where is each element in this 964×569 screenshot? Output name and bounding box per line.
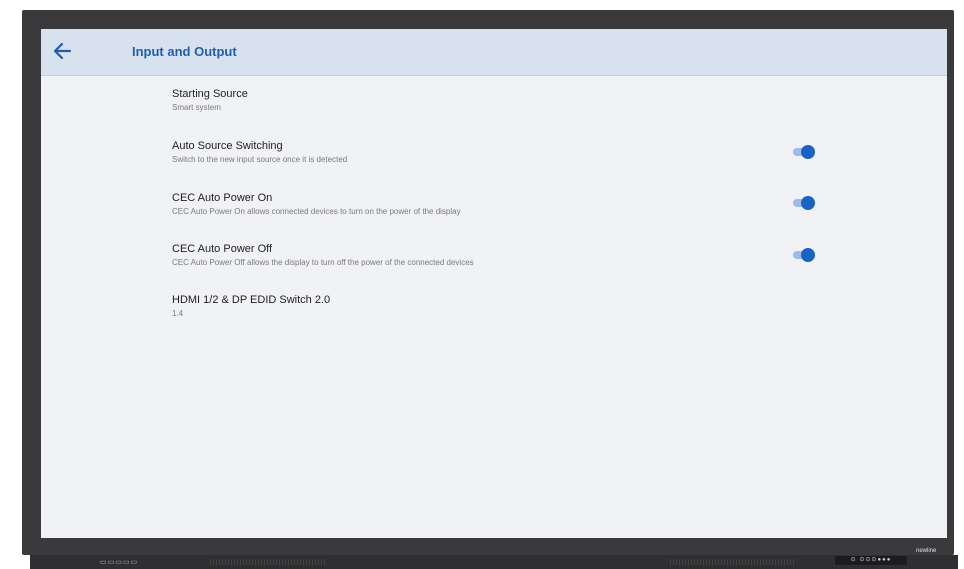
- setting-title: Starting Source: [172, 88, 248, 100]
- setting-hdmi-dp-edid-switch[interactable]: HDMI 1/2 & DP EDID Switch 2.0 1.4: [172, 293, 330, 320]
- setting-cec-auto-power-off[interactable]: CEC Auto Power Off CEC Auto Power Off al…: [172, 242, 474, 269]
- setting-starting-source[interactable]: Starting Source Smart system: [172, 87, 248, 114]
- toggle-knob: [801, 248, 815, 262]
- cec-auto-power-off-toggle[interactable]: [793, 248, 817, 262]
- header-bar: Input and Output: [41, 29, 947, 76]
- speaker-grille-left: [210, 559, 325, 565]
- toggle-knob: [801, 145, 815, 159]
- setting-subtitle: 1.4: [172, 309, 184, 318]
- device-bottom-bar: ▭▭▭▭▭ ⊙ ⊙⊙⊙●●●: [30, 555, 958, 569]
- port-icons: ▭▭▭▭▭: [100, 559, 139, 566]
- setting-auto-source-switching[interactable]: Auto Source Switching Switch to the new …: [172, 139, 347, 166]
- setting-subtitle: Smart system: [172, 103, 221, 112]
- page-title: Input and Output: [132, 44, 237, 59]
- setting-subtitle: CEC Auto Power On allows connected devic…: [172, 207, 461, 216]
- setting-cec-auto-power-on[interactable]: CEC Auto Power On CEC Auto Power On allo…: [172, 191, 461, 218]
- arrow-left-icon: [53, 42, 72, 60]
- setting-title: CEC Auto Power On: [172, 192, 273, 204]
- setting-title: HDMI 1/2 & DP EDID Switch 2.0: [172, 294, 331, 306]
- front-control-buttons[interactable]: ⊙ ⊙⊙⊙●●●: [835, 556, 907, 565]
- display-screen: Input and Output Starting Source Smart s…: [41, 29, 947, 538]
- auto-source-switching-toggle[interactable]: [793, 145, 817, 159]
- back-button[interactable]: [51, 39, 75, 63]
- speaker-grille-right: [670, 559, 795, 565]
- setting-title: Auto Source Switching: [172, 140, 283, 152]
- cec-auto-power-on-toggle[interactable]: [793, 196, 817, 210]
- setting-subtitle: Switch to the new input source once it i…: [172, 155, 348, 164]
- setting-subtitle: CEC Auto Power Off allows the display to…: [172, 258, 474, 267]
- brand-logo: newline: [916, 548, 937, 554]
- toggle-knob: [801, 196, 815, 210]
- setting-title: CEC Auto Power Off: [172, 243, 273, 255]
